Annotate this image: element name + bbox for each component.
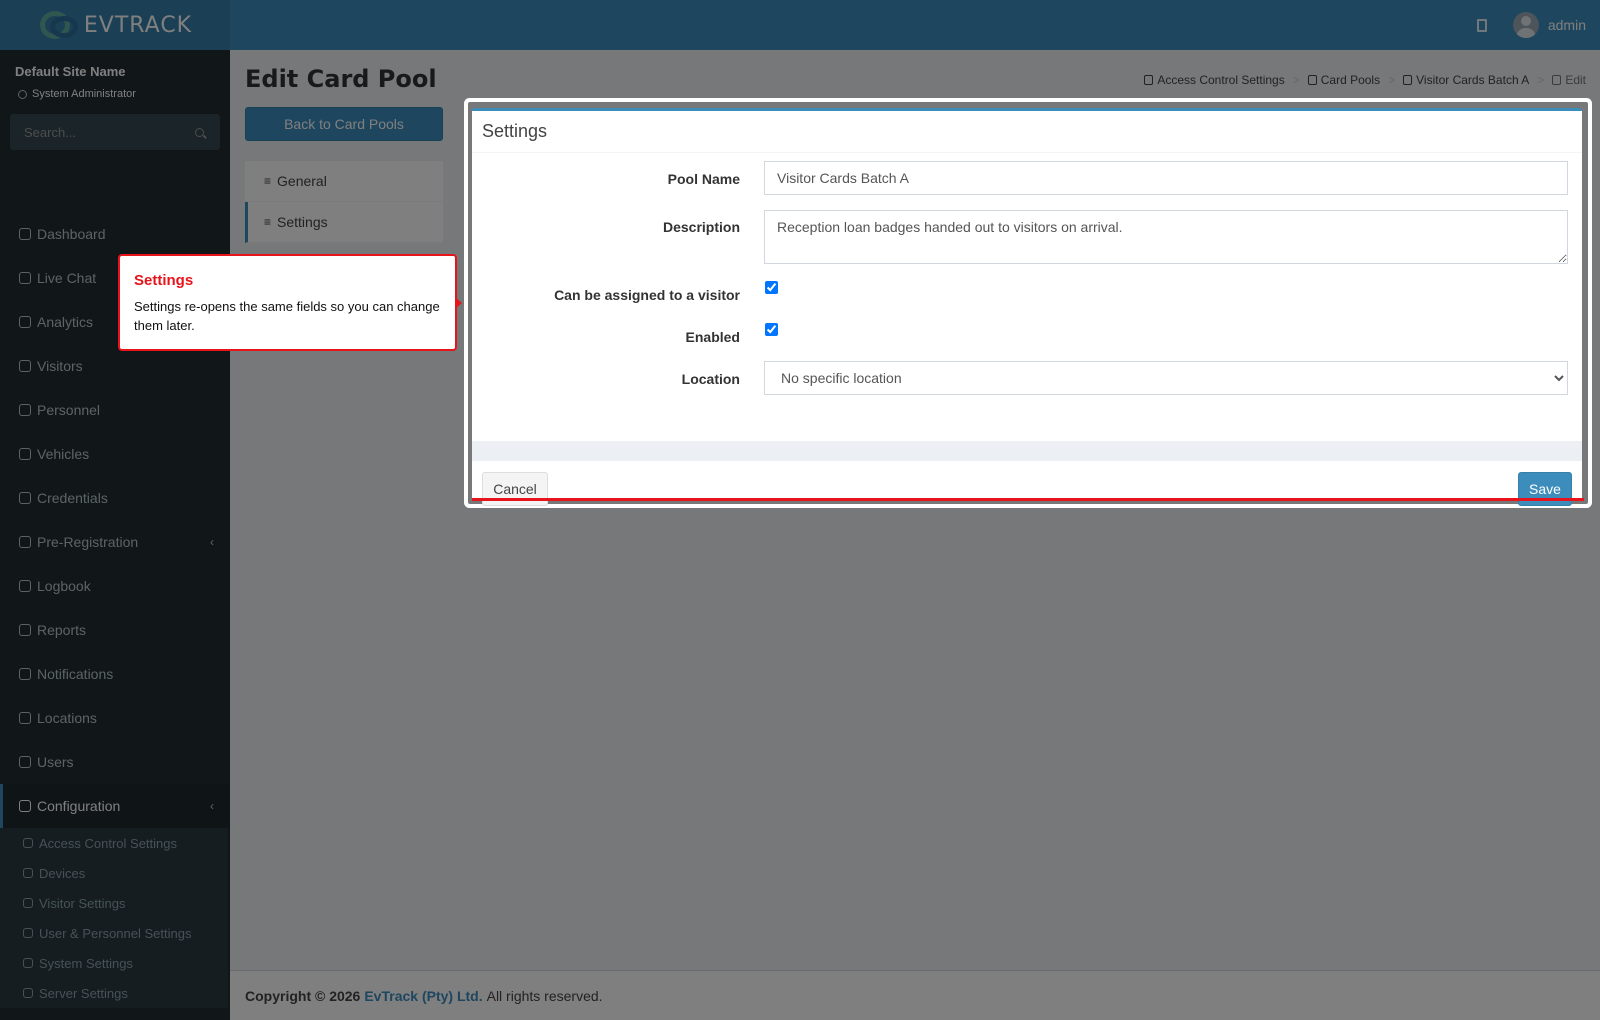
location-label: Location (681, 371, 740, 387)
description-label: Description (662, 219, 740, 235)
visitor-assignable-checkbox[interactable] (765, 281, 778, 294)
pool-name-label: Pool Name (667, 171, 740, 187)
visitor-assignable-label: Can be assigned to a visitor (554, 287, 740, 303)
location-select[interactable]: No specific location (764, 361, 1568, 395)
tour-progress-line (472, 498, 1584, 501)
panel-title: Settings (472, 111, 1582, 153)
pool-name-field[interactable] (764, 161, 1568, 195)
enabled-label: Enabled (685, 329, 740, 345)
tooltip-title: Settings (134, 272, 194, 289)
settings-panel: Settings Pool Name Description Reception… (472, 108, 1582, 506)
panel-footer: Cancel Save (472, 441, 1582, 506)
enabled-checkbox[interactable] (765, 323, 778, 336)
tooltip-arrow (456, 298, 462, 308)
tooltip-text: Settings re-opens the same fields so you… (134, 299, 440, 333)
description-field[interactable]: Reception loan badges handed out to visi… (764, 210, 1568, 264)
tour-tooltip: Settings Settings re-opens the same fiel… (118, 254, 462, 351)
